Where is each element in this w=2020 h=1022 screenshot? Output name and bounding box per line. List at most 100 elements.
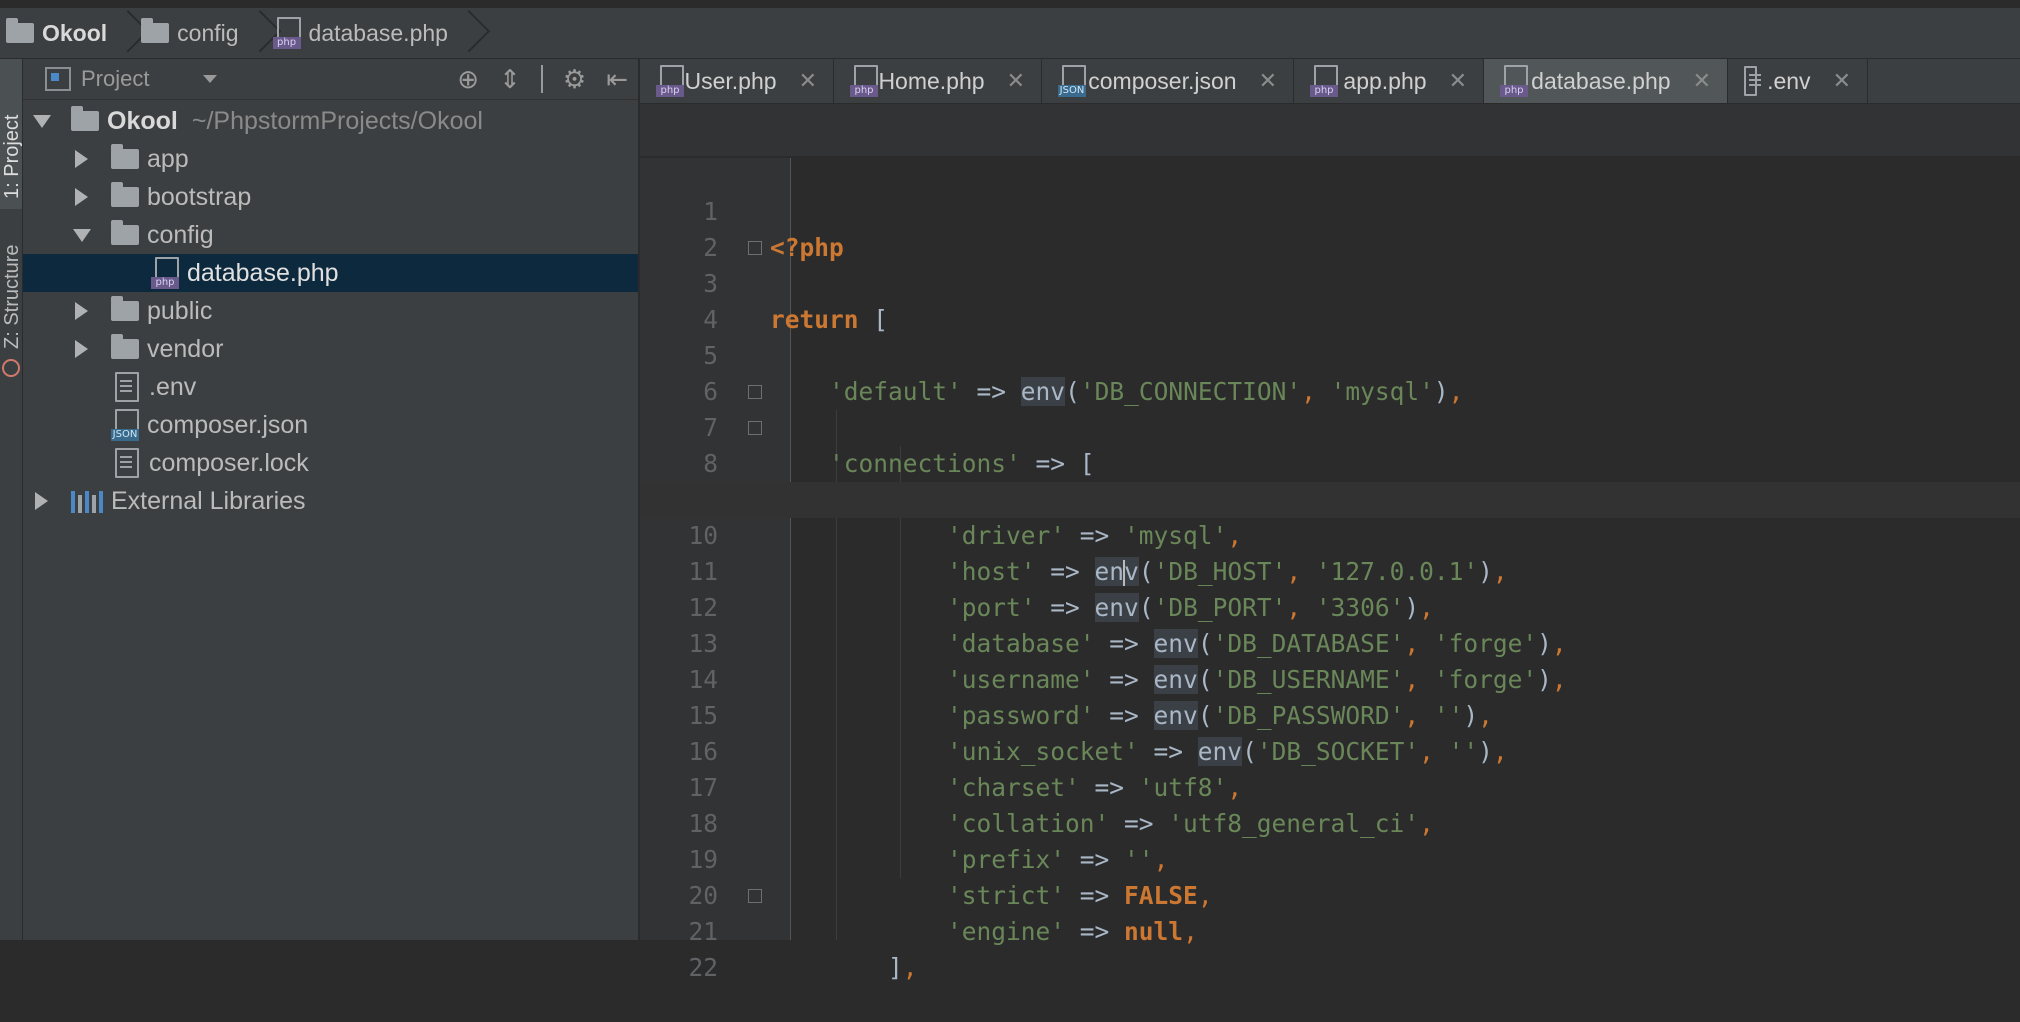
code-line: 14 'password' => env('DB_PASSWORD', ''), [640,626,2020,730]
json-file-icon: JSON [1058,65,1086,97]
folder-icon [71,106,99,131]
tree-row-bootstrap[interactable]: bootstrap [23,178,638,216]
code-line: 18 'prefix' => '', [640,770,2020,874]
code-line: 2 [640,194,2020,262]
collapse-arrow-icon[interactable] [75,150,88,168]
tab-user-php[interactable]: php User.php ✕ [640,59,834,103]
code-line-current: 10 'host' => env('DB_HOST', '127.0.0.1')… [640,482,2020,586]
tool-tab-project[interactable]: 1: Project [0,59,23,209]
tab-env[interactable]: .env ✕ [1728,59,1868,103]
tree-row-config[interactable]: config [23,216,638,254]
expand-arrow-icon[interactable] [73,229,91,242]
locate-file-icon[interactable]: ⊕ [457,64,479,95]
close-icon[interactable]: ✕ [1449,68,1467,94]
line-number: 22 [688,953,718,982]
breadcrumb-item-root[interactable]: Okool [0,8,135,58]
code-line: 4 [640,266,2020,334]
tree-item-label: bootstrap [147,182,252,211]
tree-row-vendor[interactable]: vendor [23,330,638,368]
text-file-icon [115,448,139,478]
close-icon[interactable]: ✕ [1007,68,1025,94]
gear-icon[interactable]: ⚙ [563,64,586,95]
collapse-arrow-icon[interactable] [75,340,88,358]
code-line: 9 'driver' => 'mysql', [640,446,2020,550]
code-line: 1 <?php [640,158,2020,262]
tab-home-php[interactable]: php Home.php ✕ [834,59,1042,103]
tab-label: Home.php [878,67,985,94]
tab-app-php[interactable]: php app.php ✕ [1294,59,1484,103]
project-view-icon [45,67,71,91]
project-view-selector[interactable]: Project [81,66,149,92]
code-line: 19 'strict' => FALSE, [640,806,2020,910]
tree-row-composer-json[interactable]: JSON composer.json [23,406,638,444]
breadcrumb-item-config[interactable]: config [135,8,266,58]
php-file-icon: php [850,65,878,97]
breadcrumb-label: Okool [42,19,108,46]
tree-row-database-php[interactable]: php database.php [23,254,638,292]
tree-item-label: database.php [187,258,339,287]
chevron-down-icon[interactable] [203,75,218,83]
collapse-arrow-icon[interactable] [75,188,88,206]
code-line: 20 'engine' => null, [640,842,2020,946]
folder-icon [111,144,139,169]
php-file-icon: php [1500,65,1528,97]
tab-label: app.php [1343,67,1427,94]
project-panel: Project ⊕ ⇕ ⚙ ⇤ Okool ~/PhpstormProjects… [23,59,640,940]
tree-item-label: External Libraries [111,486,306,515]
expand-arrow-icon[interactable] [33,115,51,128]
php-file-icon: php [272,17,301,49]
collapse-arrow-icon[interactable] [35,492,48,510]
breadcrumb-item-file[interactable]: php database.php [267,8,476,58]
tree-row-public[interactable]: public [23,292,638,330]
breadcrumb-separator [113,8,127,58]
code-line: 7 'connections' => [ [640,374,2020,478]
window-top-edge [0,0,2020,8]
code-line: 12 'database' => env('DB_DATABASE', 'for… [640,554,2020,658]
close-icon[interactable]: ✕ [1693,68,1711,94]
tree-row-env[interactable]: .env [23,368,638,406]
tree-row-composer-lock[interactable]: composer.lock [23,444,638,482]
editor-tab-bar: php User.php ✕ php Home.php ✕ JSON compo… [640,59,2020,104]
code-area[interactable]: 1 <?php 2 3 return [ 4 5 'default' => en… [640,158,2020,982]
code-line: 22 [640,914,2020,982]
tool-window-strip: 1: Project Z: Structure [0,59,23,940]
php-file-icon: php [656,65,684,97]
folder-icon [111,334,139,359]
line-text: ], [770,953,918,982]
tree-root-path: ~/PhpstormProjects/Okool [191,106,483,135]
code-line: 16 'charset' => 'utf8', [640,698,2020,802]
tool-tab-structure[interactable]: Z: Structure [0,229,23,359]
tab-database-php[interactable]: php database.php ✕ [1484,59,1728,103]
structure-icon [2,359,20,377]
close-icon[interactable]: ✕ [1259,68,1277,94]
tab-composer-json[interactable]: JSON composer.json ✕ [1042,59,1294,103]
tree-item-label: config [147,220,214,249]
collapse-arrow-icon[interactable] [75,302,88,320]
tree-row-root[interactable]: Okool ~/PhpstormProjects/Okool [23,102,638,140]
php-file-icon: php [1310,65,1338,97]
code-line: 17 'collation' => 'utf8_general_ci', [640,734,2020,838]
tree-item-label: composer.json [147,410,309,439]
code-line: 6 [640,338,2020,406]
folder-icon [6,18,34,43]
tab-label: database.php [1531,67,1671,94]
close-icon[interactable]: ✕ [1833,68,1851,94]
tree-root-label: Okool [107,106,178,135]
folder-icon [111,182,139,207]
tree-row-external-libraries[interactable]: External Libraries [23,482,638,520]
code-line: 3 return [ [640,230,2020,334]
tree-item-label: .env [149,372,197,401]
code-line: 13 'username' => env('DB_USERNAME', 'for… [640,590,2020,694]
code-line: 15 'unix_socket' => env('DB_SOCKET', '')… [640,662,2020,766]
tree-item-label: composer.lock [149,448,309,477]
folder-icon [141,18,170,43]
tool-tab-project-label: 1: Project [1,114,23,199]
hide-panel-icon[interactable]: ⇤ [606,64,628,95]
breadcrumb-separator [245,8,259,58]
project-panel-header: Project ⊕ ⇕ ⚙ ⇤ [23,59,638,100]
close-icon[interactable]: ✕ [799,68,817,94]
breadcrumb-separator [454,8,468,58]
collapse-all-icon[interactable]: ⇕ [499,64,521,95]
tree-row-app[interactable]: app [23,140,638,178]
json-file-icon: JSON [111,409,139,441]
